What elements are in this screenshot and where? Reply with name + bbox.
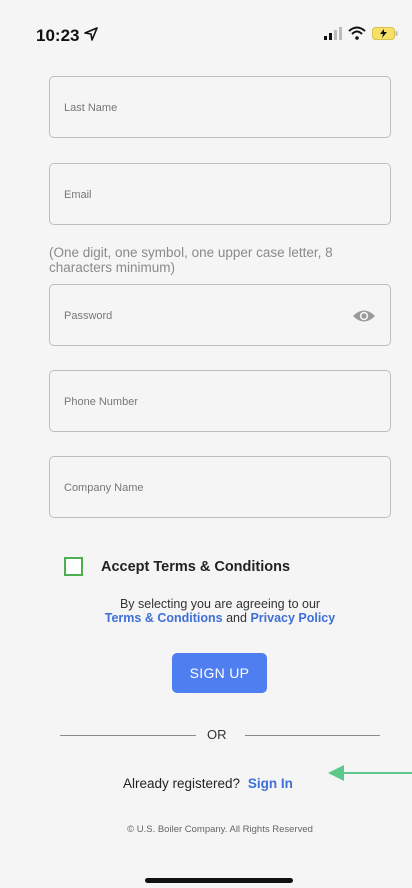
signup-screen: 10:23 (One xyxy=(0,0,412,888)
agree-text: By selecting you are agreeing to our xyxy=(119,597,321,611)
accept-terms-checkbox[interactable] xyxy=(64,557,83,576)
sign-up-button[interactable]: SIGN UP xyxy=(172,653,267,693)
battery-charging-icon xyxy=(372,26,398,40)
and-text: and xyxy=(226,611,247,625)
status-time: 10:23 xyxy=(36,26,80,45)
eye-icon[interactable] xyxy=(352,305,376,327)
already-registered-text: Already registered? xyxy=(123,776,241,791)
password-field-container xyxy=(49,284,391,347)
cellular-signal-icon xyxy=(324,27,342,40)
copyright-text: © U.S. Boiler Company. All Rights Reserv… xyxy=(127,824,313,835)
phone-field-container xyxy=(49,370,391,433)
location-arrow-icon xyxy=(84,27,98,41)
annotation-arrow-icon xyxy=(328,765,412,781)
divider-left xyxy=(60,735,196,736)
privacy-policy-link[interactable]: Privacy Policy xyxy=(250,611,335,625)
or-label: OR xyxy=(207,727,227,742)
wifi-icon xyxy=(348,26,366,40)
company-field-container xyxy=(49,456,391,519)
already-registered-row: Already registered? Sign In xyxy=(123,776,293,791)
terms-conditions-link[interactable]: Terms & Conditions xyxy=(105,611,223,625)
divider-right xyxy=(245,735,380,736)
email-input[interactable] xyxy=(62,164,346,226)
company-name-input[interactable] xyxy=(62,457,346,519)
home-indicator xyxy=(145,878,293,883)
status-icons xyxy=(324,26,398,40)
last-name-input[interactable] xyxy=(62,77,346,139)
password-input[interactable] xyxy=(62,285,346,347)
phone-number-input[interactable] xyxy=(62,371,346,433)
last-name-field-container xyxy=(49,76,391,139)
agree-links: Terms & Conditions and Privacy Policy xyxy=(0,611,412,625)
accept-terms-label: Accept Terms & Conditions xyxy=(101,559,291,575)
email-field-container xyxy=(49,163,391,226)
status-bar: 10:23 xyxy=(0,0,412,66)
sign-in-link[interactable]: Sign In xyxy=(248,776,293,791)
password-hint: (One digit, one symbol, one upper case l… xyxy=(49,245,333,275)
